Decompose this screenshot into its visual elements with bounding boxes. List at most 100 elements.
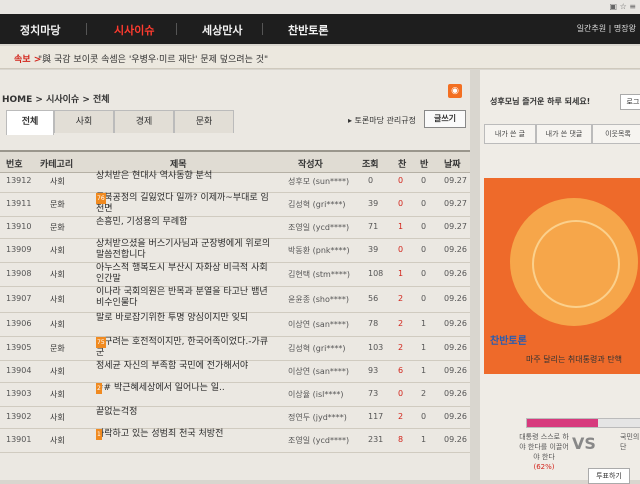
post-number: 13912 — [6, 176, 32, 185]
post-category: 사회 — [50, 246, 65, 255]
tab-my-comments[interactable]: 내가 쓴 댓글 — [536, 124, 592, 144]
nav-item-world[interactable]: 세상만사 — [202, 22, 242, 38]
post-oppose: 0 — [421, 176, 427, 185]
vote-button[interactable]: 투표하기 — [588, 468, 630, 484]
post-title: 상처받으셨을 버스기사님과 군장병에게 위로의 말씀전합니다 — [96, 239, 271, 260]
post-number: 13906 — [6, 319, 32, 328]
post-author[interactable]: 김현택 (stm****) — [288, 269, 350, 280]
table-row[interactable]: 13911 문화 김성혁 (gri****) 39 0 0 09.27 동북공정의 길잃었다 … — [0, 192, 470, 217]
tab-my-posts[interactable]: 내가 쓴 글 — [484, 124, 536, 144]
post-author[interactable]: 윤윤종 (sho****) — [288, 294, 349, 305]
post-views: 108 — [368, 269, 384, 278]
post-recommend: 0 — [398, 389, 404, 398]
post-author[interactable]: 정연두 (jyd****) — [288, 412, 347, 423]
post-author[interactable]: 김성혁 (gri****) — [288, 199, 345, 210]
header-author: 작성자 — [298, 160, 323, 170]
post-views: 93 — [368, 366, 379, 375]
tab-society[interactable]: 사회 — [54, 110, 114, 133]
post-category: 사회 — [50, 177, 65, 186]
vote-option-left-percent: (62%) — [533, 463, 555, 471]
post-author[interactable]: 이상연 (san****) — [288, 366, 349, 377]
post-title: 정세균 자신의 부족함 국민에 전가해서야 — [96, 361, 249, 371]
post-recommend: 1 — [398, 269, 404, 278]
sun-ring-graphic — [532, 220, 620, 308]
table-row[interactable]: 13904 사회 이상연 (san****) 93 6 1 09.26 정세균 자신의 부족함… — [0, 360, 470, 383]
tab-neighbors[interactable]: 이웃목록 — [592, 124, 640, 144]
vote-progress-bar — [526, 418, 640, 428]
post-recommend: 0 — [398, 245, 404, 254]
post-author[interactable]: 조영일 (ycd****) — [288, 435, 349, 446]
post-author[interactable]: 조영일 (ycd****) — [288, 222, 349, 233]
post-author[interactable]: 박동환 (pnk****) — [288, 245, 350, 256]
table-row[interactable]: 13903 사회 이상율 (isl****) 73 0 2 09.26 ## 박근혜세상에서 … — [0, 382, 470, 407]
post-recommend: 2 — [398, 412, 404, 421]
write-button[interactable]: 글쓰기 — [424, 110, 466, 128]
tab-culture[interactable]: 문화 — [174, 110, 234, 133]
table-row[interactable]: 13902 사회 정연두 (jyd****) 117 2 0 09.26 끝없는걱정 — [0, 406, 470, 429]
post-title: 상처받은 현대사 역사동향 분석 — [96, 171, 213, 181]
table-row[interactable]: 13906 사회 이상연 (san****) 78 2 1 09.26 말로 바로잡기위한 투… — [0, 312, 470, 337]
post-date: 09.26 — [444, 294, 467, 303]
vote-option-left[interactable]: 대통령 스스로 하야 한다를 이끌어야 한다 (62%) — [518, 432, 570, 472]
debate-question[interactable]: 마주 달리는 취대통령과 탄핵 — [526, 354, 622, 365]
post-recommend: 2 — [398, 319, 404, 328]
table-row[interactable]: 13908 사회 김현택 (stm****) 108 1 0 09.26 아누스적 행복도시 … — [0, 262, 470, 287]
post-author[interactable]: 이상율 (isl****) — [288, 389, 343, 400]
comment-count-badge: 75 — [96, 337, 106, 348]
post-author[interactable]: 김성혁 (gri****) — [288, 343, 345, 354]
vote-option-left-label: 대통령 스스로 하야 한다를 이끌어야 한다 — [519, 433, 569, 461]
post-recommend: 0 — [398, 199, 404, 208]
table-row[interactable]: 13912 사회 성후모 (sun****) 0 0 0 09.27 상처받은 현대사 역사동… — [0, 170, 470, 193]
post-title: 말로 바로잡기위한 투명 양심이지만 잊되 — [96, 313, 249, 323]
table-row[interactable]: 13901 사회 조영일 (ycd****) 231 8 1 09.26 타락하고 있는 성범… — [0, 428, 470, 453]
post-views: 231 — [368, 435, 384, 444]
post-category: 사회 — [50, 270, 65, 279]
nav-right-links[interactable]: 일간추원 | 명장왕 — [577, 23, 636, 34]
table-row[interactable]: 13907 사회 윤윤종 (sho****) 56 2 0 09.26 이나라 국회의원은 반… — [0, 286, 470, 313]
vote-option-right[interactable]: 국민의 판단 — [620, 432, 640, 452]
post-author[interactable]: 성후모 (sun****) — [288, 176, 349, 187]
logout-button[interactable]: 로그 — [620, 94, 640, 110]
nav-divider — [176, 23, 177, 35]
post-oppose: 1 — [421, 319, 427, 328]
post-category: 사회 — [50, 390, 65, 399]
browser-toolbar: ▣ ☆ ≡ — [0, 0, 640, 15]
tab-economy[interactable]: 경제 — [114, 110, 174, 133]
post-category: 문화 — [50, 344, 65, 353]
table-row[interactable]: 13910 문화 조영일 (ycd****) 71 1 0 09.27 손흥민, 기성용의 무… — [0, 216, 470, 239]
table-row[interactable]: 13909 사회 박동환 (pnk****) 39 0 0 09.26 상처받으셨을 버스기사… — [0, 238, 470, 263]
post-category: 문화 — [50, 223, 65, 232]
post-recommend: 6 — [398, 366, 404, 375]
nav-item-debate[interactable]: 찬반토론 — [288, 22, 328, 38]
post-number: 13905 — [6, 343, 32, 352]
nav-item-politics[interactable]: 정치마당 — [20, 22, 60, 38]
nav-item-current-issues[interactable]: 시사이슈 — [114, 22, 154, 38]
breaking-headline[interactable]: "與 국감 보이콧 속셈은 '우병우·미르 재단' 문제 덮으려는 것" — [38, 52, 268, 65]
rss-icon[interactable]: ◉ — [448, 84, 462, 98]
post-number: 13909 — [6, 245, 32, 254]
post-number: 13903 — [6, 389, 32, 398]
post-date: 09.26 — [444, 389, 467, 398]
post-category: 사회 — [50, 295, 65, 304]
post-number: 13908 — [6, 269, 32, 278]
post-author[interactable]: 이상연 (san****) — [288, 319, 349, 330]
post-date: 09.26 — [444, 412, 467, 421]
post-category: 사회 — [50, 367, 65, 376]
post-views: 0 — [368, 176, 374, 185]
header-recommend: 찬 — [398, 160, 407, 170]
browser-icons[interactable]: ▣ ☆ ≡ — [609, 2, 636, 11]
header-category: 카테고리 — [40, 160, 74, 170]
post-views: 73 — [368, 389, 379, 398]
post-oppose: 1 — [421, 366, 427, 375]
nav-divider — [262, 23, 263, 35]
guide-link[interactable]: ▸ 토론마당 관리규정 — [348, 115, 416, 126]
tab-all[interactable]: 전체 — [6, 110, 54, 135]
post-number: 13911 — [6, 199, 32, 208]
top-navigation: 정치마당 시사이슈 세상만사 찬반토론 일간추원 | 명장왕 — [0, 14, 640, 44]
debate-section-title[interactable]: 찬반토론 — [490, 332, 527, 347]
post-views: 39 — [368, 199, 379, 208]
table-row[interactable]: 13905 문화 김성혁 (gri****) 103 2 1 09.26 고구려는 호전적이지… — [0, 336, 470, 361]
post-date: 09.26 — [444, 269, 467, 278]
post-number: 13907 — [6, 294, 32, 303]
header-views: 조회 — [362, 160, 379, 170]
